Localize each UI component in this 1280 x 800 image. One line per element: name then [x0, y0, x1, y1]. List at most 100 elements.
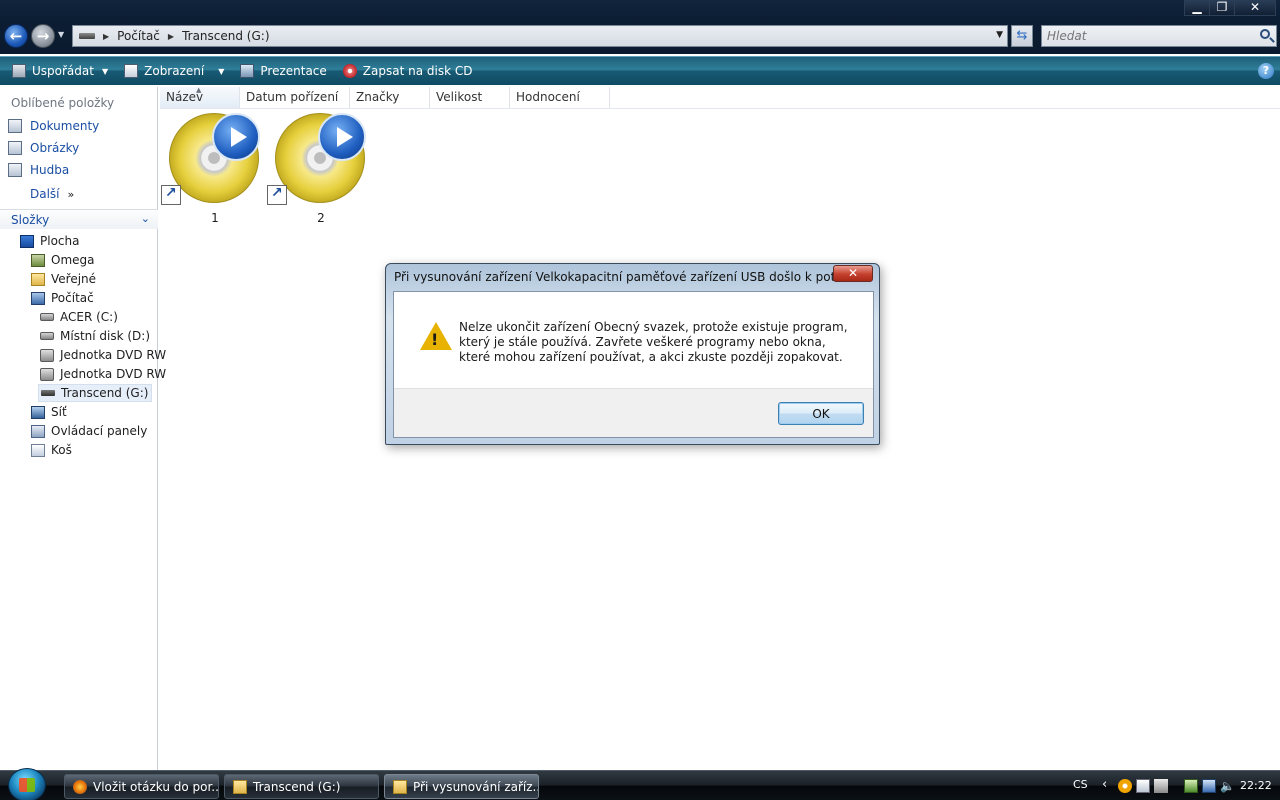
chevron-down-icon[interactable]: ⌄: [141, 212, 150, 225]
help-button[interactable]: ?: [1258, 63, 1274, 79]
network-status-icon[interactable]: [1202, 779, 1216, 793]
usb-drive-icon: [79, 33, 95, 39]
start-button[interactable]: [8, 768, 46, 800]
dvd-drive-icon: [40, 348, 54, 362]
slideshow-label: Prezentace: [260, 64, 327, 78]
folders-title: Složky: [11, 213, 50, 227]
folder-icon: [393, 779, 407, 794]
refresh-button[interactable]: ⇆: [1011, 25, 1033, 47]
folders-header[interactable]: Složky ⌄: [0, 209, 158, 229]
clock[interactable]: 22:22: [1240, 779, 1272, 792]
slideshow-icon: [240, 64, 255, 78]
tree-item-drive-c[interactable]: ACER (C:): [40, 308, 118, 326]
tree-item-dvd-1[interactable]: Jednotka DVD RW: [40, 346, 166, 364]
tree-item-label: Transcend (G:): [61, 386, 149, 400]
search-icon[interactable]: [1260, 29, 1270, 39]
tree-item-drive-d[interactable]: Místní disk (D:): [40, 327, 150, 345]
dialog-body: ! Nelze ukončit zařízení Obecný svazek, …: [393, 291, 874, 438]
tree-item-recycle-bin[interactable]: Koš: [31, 441, 72, 459]
tree-item-label: Ovládací panely: [51, 424, 148, 438]
file-name: 1: [211, 211, 219, 225]
taskbar-button-firefox[interactable]: Vložit otázku do por...: [64, 774, 219, 799]
tree-item-control-panel[interactable]: Ovládací panely: [31, 422, 147, 440]
breadcrumb-computer[interactable]: Počítač: [117, 29, 160, 43]
tree-item-desktop[interactable]: Plocha: [20, 232, 79, 250]
ok-button[interactable]: OK: [778, 402, 864, 425]
search-box[interactable]: [1041, 25, 1277, 47]
file-item[interactable]: 2: [266, 111, 366, 231]
firefox-icon: [73, 779, 87, 794]
recent-pages-dropdown[interactable]: ▼: [58, 30, 64, 39]
update-icon[interactable]: [1118, 779, 1132, 793]
favorite-label: Hudba: [30, 163, 70, 177]
minimize-button[interactable]: ▁: [1184, 0, 1210, 16]
address-bar[interactable]: ▶ Počítač ▶ Transcend (G:) ▼: [72, 25, 1008, 47]
chevron-down-icon: ▼: [218, 66, 225, 76]
shortcut-arrow-icon: [161, 185, 181, 205]
arrow-right-icon: →: [36, 27, 50, 45]
column-header-size[interactable]: Velikost: [430, 87, 510, 108]
play-icon: [212, 113, 260, 161]
pictures-icon: [8, 141, 22, 155]
device-icon[interactable]: [1154, 779, 1168, 793]
battery-icon[interactable]: [1184, 779, 1198, 793]
favorite-documents[interactable]: Dokumenty: [8, 119, 99, 133]
breadcrumb-separator-icon[interactable]: ▶: [168, 32, 174, 41]
tree-item-user[interactable]: Omega: [31, 251, 95, 269]
mail-icon[interactable]: [1136, 779, 1150, 793]
favorite-pictures[interactable]: Obrázky: [8, 141, 79, 155]
column-header-tags[interactable]: Značky: [350, 87, 430, 108]
organize-button[interactable]: Uspořádat ▼: [8, 59, 112, 83]
burn-disc-icon: [342, 64, 357, 78]
tree-item-dvd-2[interactable]: Jednotka DVD RW: [40, 365, 166, 383]
back-button[interactable]: ←: [4, 24, 28, 48]
column-header-rating[interactable]: Hodnocení: [510, 87, 610, 108]
favorite-music[interactable]: Hudba: [8, 163, 69, 177]
views-button[interactable]: Zobrazení ▼: [120, 59, 228, 83]
tree-item-network[interactable]: Síť: [31, 403, 67, 421]
forward-button[interactable]: →: [31, 24, 55, 48]
tree-item-label: Počítač: [51, 291, 94, 305]
search-input[interactable]: [1042, 26, 1252, 46]
tree-item-computer[interactable]: Počítač: [31, 289, 94, 307]
views-label: Zobrazení: [144, 64, 205, 78]
breadcrumb-transcend[interactable]: Transcend (G:): [182, 29, 269, 43]
tree-item-label: Místní disk (D:): [60, 329, 151, 343]
computer-icon: [31, 291, 45, 305]
close-window-button[interactable]: ✕: [1234, 0, 1276, 16]
folder-icon: [233, 779, 247, 794]
tree-item-label: Omega: [51, 253, 95, 267]
dialog-close-button[interactable]: ✕: [833, 265, 873, 282]
volume-icon[interactable]: 🔈: [1220, 779, 1235, 793]
column-header-name[interactable]: Název ▲: [160, 86, 240, 108]
favorite-label: Dokumenty: [30, 119, 100, 133]
exclamation-mark: !: [431, 330, 439, 349]
address-dropdown-icon[interactable]: ▼: [996, 30, 1003, 40]
tree-item-label: Jednotka DVD RW: [60, 367, 167, 381]
eject-error-dialog: Při vysunování zařízení Velkokapacitní p…: [385, 263, 880, 445]
tree-item-transcend[interactable]: Transcend (G:): [38, 384, 153, 402]
taskbar-button-dialog[interactable]: Při vysunování zaříz...: [384, 774, 539, 799]
organize-icon: [12, 64, 26, 78]
file-item[interactable]: 1: [160, 111, 260, 231]
show-hidden-icons-button[interactable]: ‹: [1102, 777, 1107, 792]
favorites-more-link[interactable]: Další »: [30, 187, 74, 201]
command-bar: Uspořádat ▼ Zobrazení ▼ Prezentace Zapsa…: [0, 56, 1280, 85]
double-chevron-right-icon: »: [67, 188, 75, 201]
maximize-button[interactable]: ❐: [1209, 0, 1235, 16]
play-icon: [318, 113, 366, 161]
burn-button[interactable]: Zapsat na disk CD: [339, 59, 477, 83]
shortcut-arrow-icon: [267, 185, 287, 205]
slideshow-button[interactable]: Prezentace: [236, 59, 330, 83]
breadcrumb-separator-icon[interactable]: ▶: [103, 32, 109, 41]
organize-label: Uspořádat: [32, 64, 94, 78]
tree-item-public[interactable]: Veřejné: [31, 270, 96, 288]
dvd-drive-icon: [40, 367, 54, 381]
tree-item-label: ACER (C:): [60, 310, 118, 324]
windows-drive-icon: [40, 313, 54, 321]
language-indicator[interactable]: CS: [1073, 778, 1088, 791]
usb-drive-icon: [41, 390, 55, 396]
column-header-date-taken[interactable]: Datum pořízení: [240, 87, 350, 108]
taskbar-button-explorer[interactable]: Transcend (G:): [224, 774, 379, 799]
title-bar: ▁ ❐ ✕ ← → ▼ ▶ Počítač ▶ Transcend (G:) ▼…: [0, 0, 1280, 54]
